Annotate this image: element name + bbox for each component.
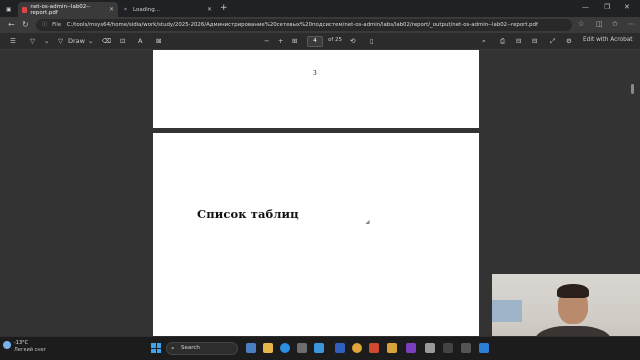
weather-snow-icon [3, 341, 11, 349]
save-icon[interactable]: ⊟ [516, 37, 521, 45]
zoom-in-button[interactable]: + [278, 37, 283, 45]
close-icon[interactable]: ✕ [109, 6, 114, 13]
app-icon[interactable] [297, 343, 307, 353]
fullscreen-icon[interactable]: ⤢ [550, 37, 555, 46]
tab-actions-icon: ▣ [6, 6, 12, 13]
task-view-icon[interactable] [246, 343, 256, 353]
tab-loading[interactable]: * Loading... ✕ [120, 2, 216, 17]
taskbar-search-box[interactable]: ⌕ Search [166, 342, 238, 355]
favorites-icon[interactable]: ✩ [612, 20, 618, 28]
chevron-down-icon[interactable]: ⌄ [88, 37, 93, 45]
address-bar[interactable]: ⓘ File C:/tools/msys64/home/sidia/work/s… [36, 19, 572, 31]
browser-tab-strip: ▣ net-os-admin--lab02--report.pdf ✕ * Lo… [0, 0, 640, 17]
edge-browser-icon[interactable] [280, 343, 290, 353]
back-button[interactable]: ← [8, 20, 15, 29]
app-icon[interactable] [314, 343, 324, 353]
pdf-file-icon [22, 6, 28, 13]
vscode-icon[interactable] [479, 343, 489, 353]
address-bar-row: ← ↻ ⓘ File C:/tools/msys64/home/sidia/wo… [0, 17, 640, 33]
tab-actions-button[interactable]: ▣ [2, 2, 14, 17]
draw-icon[interactable]: ▽ [58, 37, 63, 45]
screen: ▣ net-os-admin--lab02--report.pdf ✕ * Lo… [0, 0, 640, 360]
more-menu-icon[interactable]: ⋯ [628, 20, 635, 28]
read-aloud-icon[interactable]: A [138, 37, 142, 45]
new-tab-button[interactable]: + [220, 3, 228, 13]
search-icon[interactable]: ⌕ [482, 37, 486, 46]
split-screen-icon[interactable]: ◫ [596, 20, 603, 28]
draw-button[interactable]: Draw [68, 37, 85, 45]
app-icon[interactable] [369, 343, 379, 353]
page-total: of 25 [328, 37, 343, 43]
page-view-icon[interactable]: ▯ [370, 37, 374, 45]
refresh-button[interactable]: ↻ [22, 20, 29, 29]
settings-icon[interactable]: ⚙ [566, 37, 572, 45]
scrollbar-thumb[interactable] [631, 84, 634, 94]
app-icon[interactable] [406, 343, 416, 353]
close-window-button[interactable]: ✕ [624, 3, 630, 11]
weather-description: Легкий снег [14, 346, 47, 353]
pdf-page-3: 3 [153, 50, 479, 128]
tab-title: Loading... [133, 6, 160, 13]
zoom-out-button[interactable]: − [264, 37, 269, 45]
rotate-icon[interactable]: ⟲ [350, 37, 355, 45]
loading-icon: * [124, 6, 127, 14]
tab-title: net-os-admin--lab02--report.pdf [30, 3, 91, 16]
search-icon: ⌕ [171, 344, 175, 352]
chevron-down-icon[interactable]: ⌄ [44, 37, 49, 45]
search-label: Search [181, 345, 200, 351]
highlight-icon[interactable]: ▽ [30, 37, 35, 45]
chrome-icon[interactable] [352, 343, 362, 353]
weather-widget[interactable]: -13°C Легкий снег [3, 340, 47, 353]
favorite-star-icon[interactable]: ☆ [578, 20, 584, 28]
app-icon[interactable] [461, 343, 471, 353]
settings-app-icon[interactable] [425, 343, 435, 353]
close-icon[interactable]: ✕ [207, 6, 212, 13]
page-number-label: 3 [313, 70, 317, 77]
edit-with-acrobat-button[interactable]: Edit with Acrobat [583, 37, 633, 43]
file-explorer-icon[interactable] [263, 343, 273, 353]
maximize-button[interactable]: ❐ [604, 3, 610, 11]
save-as-icon[interactable]: ⊟ [532, 37, 537, 45]
webcam-background-object [492, 300, 522, 322]
add-text-icon[interactable]: ⊡ [120, 37, 125, 45]
pdf-page-4: Список таблиц [153, 133, 479, 336]
print-icon[interactable]: ⎙ [500, 37, 505, 46]
pdf-toolbar: ☰ ▽ ⌄ ▽ Draw ⌄ ⌫ ⊡ A ⊠ − + ⊞ 4 of 25 ⟲ ▯… [0, 33, 640, 50]
erase-icon[interactable]: ⌫ [102, 37, 111, 45]
app-icon[interactable] [387, 343, 397, 353]
page-heading: Список таблиц [197, 207, 299, 221]
fit-to-page-icon[interactable]: ⊞ [292, 37, 297, 45]
tab-pdf-report[interactable]: net-os-admin--lab02--report.pdf ✕ [18, 2, 118, 17]
immersive-reader-icon[interactable]: ⊠ [156, 37, 161, 45]
windows-taskbar: -13°C Легкий снег ⌕ Search [0, 336, 640, 360]
info-icon: ⓘ [42, 22, 48, 28]
url-scheme-label: File [52, 22, 62, 28]
app-icon[interactable] [443, 343, 453, 353]
app-icon[interactable] [335, 343, 345, 353]
contents-icon[interactable]: ☰ [10, 37, 16, 45]
page-number-input[interactable]: 4 [307, 36, 323, 47]
webcam-person-hair [557, 284, 589, 298]
minimize-button[interactable]: — [582, 3, 589, 11]
windows-start-icon[interactable] [151, 343, 161, 353]
url-text: C:/tools/msys64/home/sidia/work/study/20… [66, 22, 538, 28]
